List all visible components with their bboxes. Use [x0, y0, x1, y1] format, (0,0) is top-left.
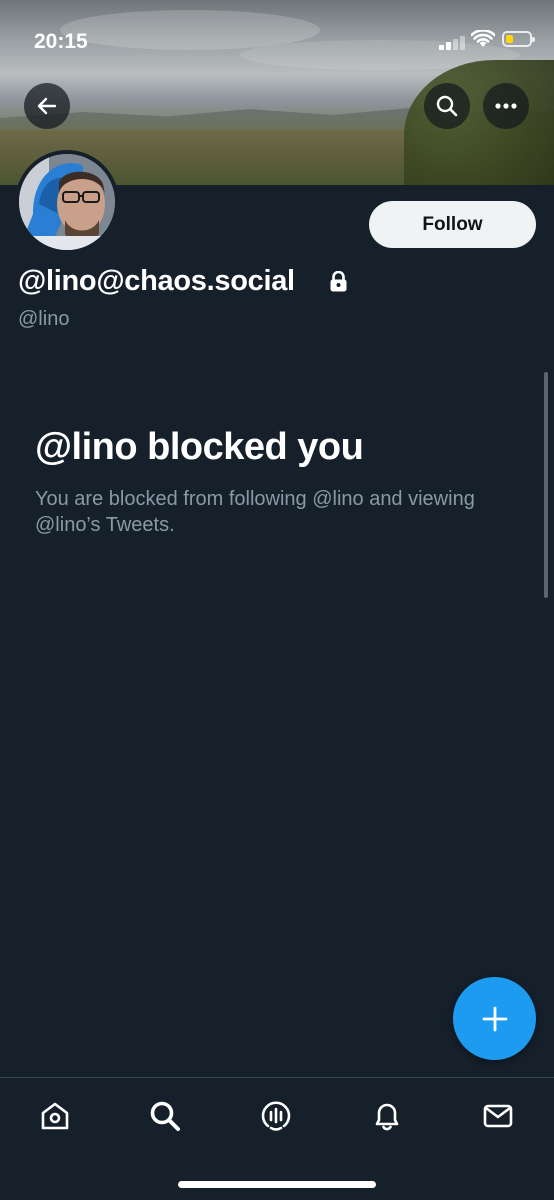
messages-icon — [483, 1104, 513, 1128]
avatar-image — [19, 154, 115, 250]
spaces-icon — [261, 1101, 291, 1131]
status-bar: 20:15 — [0, 0, 554, 80]
scrollbar[interactable] — [544, 372, 548, 598]
more-options-button[interactable] — [483, 83, 529, 129]
profile-display-name: @lino@chaos.social — [18, 265, 295, 297]
home-indicator[interactable] — [178, 1181, 376, 1188]
tab-home[interactable] — [35, 1096, 75, 1136]
search-button[interactable] — [424, 83, 470, 129]
tab-search[interactable] — [145, 1096, 185, 1136]
more-icon — [495, 103, 517, 109]
tab-messages[interactable] — [478, 1096, 518, 1136]
back-button[interactable] — [24, 83, 70, 129]
lock-icon — [330, 271, 347, 292]
search-icon — [436, 95, 458, 117]
battery-icon — [502, 31, 535, 47]
home-icon — [41, 1102, 69, 1130]
follow-button[interactable]: Follow — [369, 201, 536, 248]
tab-spaces[interactable] — [256, 1096, 296, 1136]
wifi-icon — [471, 30, 495, 47]
search-icon — [150, 1101, 180, 1131]
status-time: 20:15 — [34, 30, 88, 53]
notifications-icon — [375, 1103, 399, 1131]
blocked-title: @lino blocked you — [35, 426, 364, 468]
back-arrow-icon — [37, 97, 57, 115]
profile-handle: @lino — [18, 308, 70, 330]
plus-icon — [482, 1006, 507, 1031]
tab-notifications[interactable] — [367, 1096, 407, 1136]
blocked-message: You are blocked from following @lino and… — [35, 488, 475, 536]
profile-avatar[interactable] — [15, 150, 119, 254]
compose-tweet-button[interactable] — [453, 977, 536, 1060]
cellular-signal-icon — [439, 34, 465, 50]
